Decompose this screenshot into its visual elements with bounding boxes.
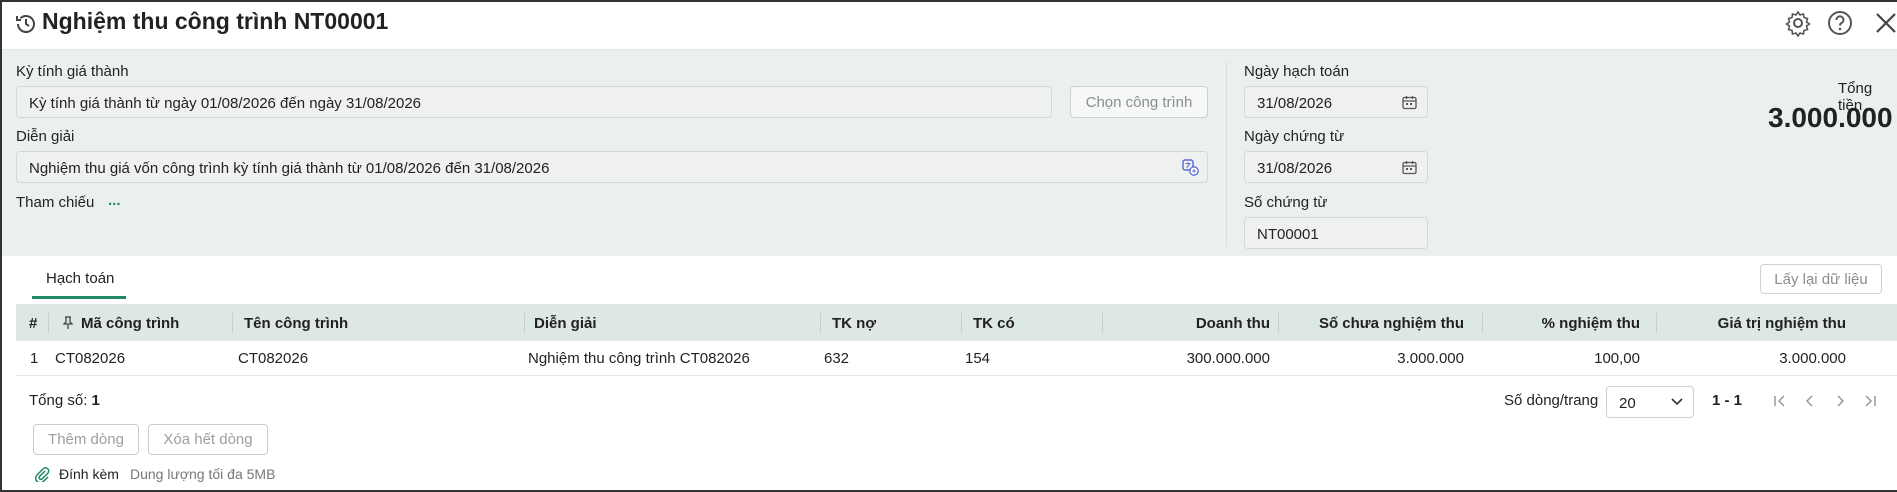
column-separator (1102, 313, 1103, 333)
col-project-name[interactable]: Tên công trình (244, 315, 348, 332)
first-page-icon[interactable] (1772, 393, 1788, 409)
page-title: Nghiệm thu công trình NT00001 (42, 8, 389, 34)
translate-icon[interactable] (1182, 159, 1199, 176)
description-label: Diễn giải (16, 128, 75, 145)
gear-icon[interactable] (1784, 9, 1812, 37)
reference-more-link[interactable]: ... (108, 192, 121, 209)
attach-hint: Dung lượng tối đa 5MB (130, 466, 276, 482)
title-bar: Nghiệm thu công trình NT00001 (2, 2, 1897, 50)
tab-active-indicator (32, 296, 126, 299)
col-revenue[interactable]: Doanh thu (1114, 315, 1270, 332)
pin-icon[interactable] (62, 316, 74, 330)
total-count: Tổng số: 1 (29, 392, 100, 409)
rows-per-page-select[interactable]: 20 (1606, 386, 1694, 418)
close-icon[interactable] (1872, 9, 1897, 37)
history-icon (16, 15, 35, 33)
reload-data-button[interactable]: Lấy lại dữ liệu (1760, 264, 1882, 294)
period-field[interactable]: Kỳ tính giá thành từ ngày 01/08/2026 đến… (16, 86, 1052, 118)
rows-per-page-value: 20 (1619, 395, 1636, 412)
description-value: Nghiệm thu giá vốn công trình kỳ tính gi… (29, 160, 550, 177)
chevron-down-icon (1671, 398, 1683, 406)
voucher-date-value: 31/08/2026 (1257, 160, 1333, 177)
tab-hach-toan[interactable]: Hạch toán (46, 270, 114, 287)
column-separator (48, 313, 49, 333)
cell-description[interactable]: Nghiệm thu công trình CT082026 (528, 350, 750, 367)
col-project-code[interactable]: Mã công trình (81, 315, 179, 332)
paperclip-icon[interactable] (34, 466, 50, 482)
delete-all-rows-button[interactable]: Xóa hết dòng (148, 424, 268, 455)
column-separator (232, 313, 233, 333)
voucher-date-label: Ngày chứng từ (1244, 128, 1345, 145)
col-unaccepted-amount[interactable]: Số chưa nghiệm thu (1288, 315, 1464, 332)
posting-date-field[interactable]: 31/08/2026 (1244, 86, 1428, 118)
prev-page-icon[interactable] (1802, 393, 1818, 409)
posting-date-value: 31/08/2026 (1257, 95, 1333, 112)
col-acceptance-percent[interactable]: % nghiệm thu (1492, 315, 1640, 332)
col-acceptance-value[interactable]: Giá trị nghiệm thu (1666, 315, 1846, 332)
column-separator (1656, 313, 1657, 333)
help-icon[interactable] (1826, 9, 1854, 37)
column-separator (524, 313, 525, 333)
cell-acceptance-percent[interactable]: 100,00 (1492, 350, 1640, 367)
posting-date-label: Ngày hạch toán (1244, 63, 1350, 80)
period-label: Kỳ tính giá thành (16, 63, 129, 80)
column-separator (1482, 313, 1483, 333)
cell-index: 1 (30, 350, 39, 367)
col-index: # (29, 315, 38, 332)
voucher-date-field[interactable]: 31/08/2026 (1244, 151, 1428, 183)
cell-revenue[interactable]: 300.000.000 (1102, 350, 1270, 367)
total-value: 3.000.000 (1768, 102, 1893, 133)
cell-project-name[interactable]: CT082026 (238, 350, 308, 367)
description-field[interactable]: Nghiệm thu giá vốn công trình kỳ tính gi… (16, 151, 1208, 183)
cell-project-code[interactable]: CT082026 (55, 350, 125, 367)
total-count-value: 1 (91, 392, 100, 409)
column-separator (820, 313, 821, 333)
col-debit-account[interactable]: TK nợ (832, 315, 876, 332)
dialog-window: Nghiệm thu công trình NT00001 Kỳ tính gi… (0, 0, 1897, 492)
voucher-no-field[interactable]: NT00001 (1244, 217, 1428, 249)
table-header: # Mã công trình Tên công trình Diễn giải… (16, 305, 1897, 341)
reference-label: Tham chiếu (16, 194, 95, 211)
col-description[interactable]: Diễn giải (534, 315, 597, 332)
column-separator (961, 313, 962, 333)
last-page-icon[interactable] (1862, 393, 1878, 409)
choose-project-button[interactable]: Chọn công trình (1070, 86, 1208, 118)
column-separator (1278, 313, 1279, 333)
col-credit-account[interactable]: TK có (973, 315, 1015, 332)
rows-per-page-label: Số dòng/trang (1504, 392, 1599, 409)
next-page-icon[interactable] (1832, 393, 1848, 409)
calendar-icon[interactable] (1402, 95, 1417, 110)
cell-credit-account[interactable]: 154 (965, 350, 990, 367)
voucher-no-label: Số chứng từ (1244, 194, 1328, 211)
page-range: 1 - 1 (1712, 392, 1743, 409)
calendar-icon[interactable] (1402, 160, 1417, 175)
cell-unaccepted-amount[interactable]: 3.000.000 (1288, 350, 1464, 367)
add-row-button[interactable]: Thêm dòng (33, 424, 139, 455)
cell-acceptance-value[interactable]: 3.000.000 (1666, 350, 1846, 367)
form-divider (1226, 62, 1227, 247)
table-row[interactable]: 1 CT082026 CT082026 Nghiệm thu công trìn… (16, 341, 1897, 376)
total-count-label: Tổng số: (29, 392, 88, 409)
cell-debit-account[interactable]: 632 (824, 350, 849, 367)
attach-label[interactable]: Đính kèm (59, 466, 119, 482)
